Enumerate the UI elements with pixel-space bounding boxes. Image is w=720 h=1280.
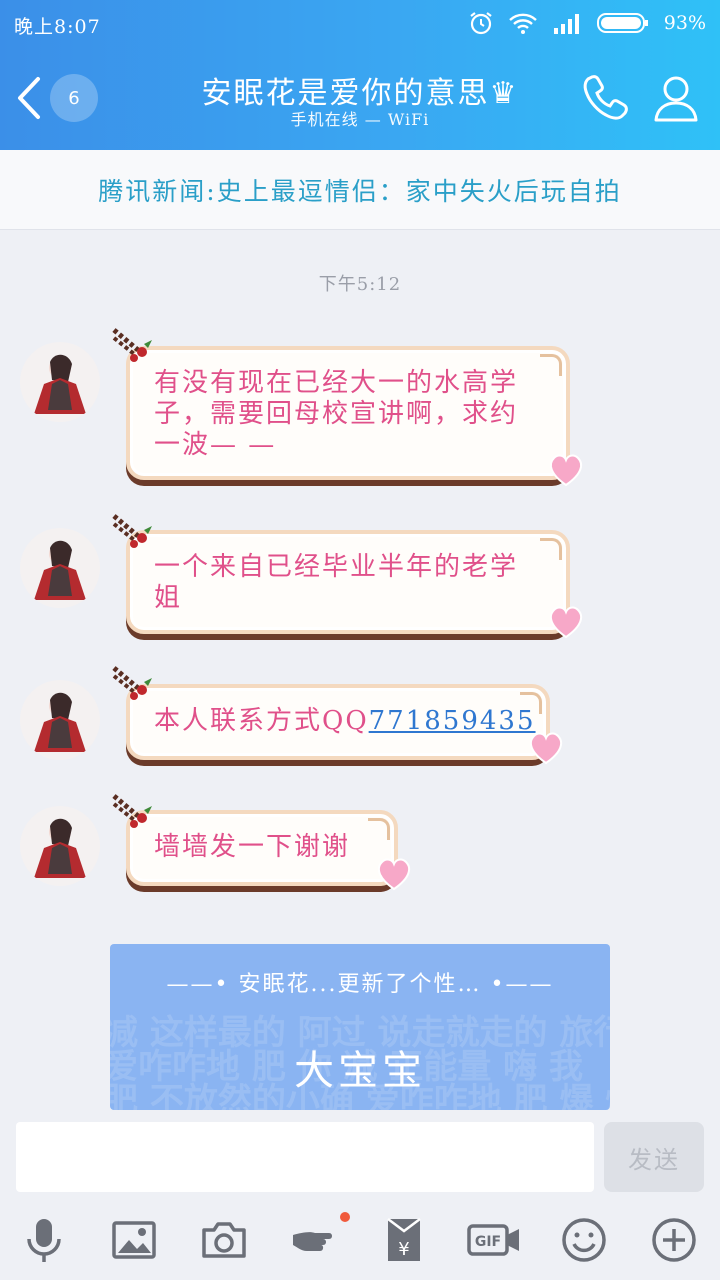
phone-icon [583, 75, 628, 120]
back-arrow-icon [18, 77, 40, 119]
card-signature: 大宝宝 [294, 1048, 426, 1094]
image-button[interactable] [104, 1208, 164, 1272]
voice-button[interactable] [14, 1208, 74, 1272]
red-packet-icon: ¥ [387, 1218, 421, 1261]
status-icons: 93% [468, 10, 706, 36]
battery-percent: 93% [663, 12, 706, 34]
avatar-figure-icon [34, 354, 86, 414]
top-bar: 晚上8:07 93% 6 安眠花是爱你的意思♛ 手机在线 — WiFi [0, 0, 720, 150]
camera-button[interactable] [194, 1208, 254, 1272]
candy-cane-icon [112, 794, 152, 828]
call-button[interactable] [578, 70, 634, 126]
message-bubble[interactable]: 本人联系方式QQ771859435 [126, 684, 550, 760]
user-icon [654, 76, 698, 122]
heart-icon [549, 606, 583, 639]
svg-text:¥: ¥ [398, 1239, 409, 1260]
avatar[interactable] [20, 342, 100, 422]
battery-icon [596, 13, 648, 33]
input-bar: 发送 ¥ GIF [0, 1112, 720, 1280]
avatar-figure-icon [34, 540, 86, 600]
poke-icon [293, 1232, 332, 1251]
notification-dot [340, 1212, 350, 1222]
message-text: 墙墙发一下谢谢 [154, 832, 351, 862]
news-banner[interactable]: 腾讯新闻:史上最逗情侣：家中失火后玩自拍 [0, 150, 720, 230]
message-text: 一个来自已经毕业半年的老学姐 [154, 552, 519, 613]
bubble-corner-ornament [540, 354, 562, 376]
message-bubble[interactable]: 一个来自已经毕业半年的老学姐 [126, 530, 570, 634]
toolbar: ¥ GIF [0, 1208, 720, 1280]
card-header: ——• 安眠花...更新了个性… •—— [166, 972, 554, 997]
status-time: 晚上8:07 [14, 16, 101, 38]
back-button[interactable]: 6 [10, 68, 110, 128]
profile-button[interactable] [648, 70, 704, 126]
message-input[interactable] [16, 1122, 594, 1192]
wifi-icon [508, 13, 537, 34]
qq-number-link[interactable]: 771859435 [369, 706, 536, 736]
message-text: 本人联系方式QQ [154, 706, 369, 736]
mic-icon [27, 1219, 61, 1262]
message-timestamp: 下午5:12 [318, 274, 402, 295]
chat-header: 6 安眠花是爱你的意思♛ 手机在线 — WiFi [0, 48, 720, 150]
candy-cane-icon [112, 328, 152, 362]
avatar[interactable] [20, 680, 100, 760]
candy-cane-icon [112, 666, 152, 700]
signature-update-card[interactable]: 减 这样最的 阿过 说走就走的 旅行 我需 要 哦我 爱咋咋地 肥 你 减 正能… [110, 944, 610, 1110]
red-packet-button[interactable]: ¥ [374, 1208, 434, 1272]
send-button[interactable]: 发送 [604, 1122, 704, 1192]
more-button[interactable] [644, 1208, 704, 1272]
heart-icon [377, 858, 411, 891]
plus-icon [652, 1218, 696, 1262]
bubble-corner-ornament [540, 538, 562, 560]
emoji-button[interactable] [554, 1208, 614, 1272]
signal-icon [553, 14, 579, 34]
message-text: 有没有现在已经大一的水高学子，需要回母校宣讲啊，求约一波— — [154, 368, 519, 460]
bubble-corner-ornament [368, 818, 390, 840]
camera-icon [202, 1222, 246, 1258]
bubble-corner-ornament [520, 692, 542, 714]
chat-screen: 晚上8:07 93% 6 安眠花是爱你的意思♛ 手机在线 — WiFi 腾讯新闻… [0, 0, 720, 1280]
avatar-figure-icon [34, 818, 86, 878]
gif-button[interactable]: GIF [464, 1208, 524, 1272]
alarm-icon [470, 12, 492, 35]
message-bubble[interactable]: 墙墙发一下谢谢 [126, 810, 398, 886]
avatar[interactable] [20, 806, 100, 886]
svg-text:GIF: GIF [475, 1234, 501, 1250]
heart-icon [549, 454, 583, 487]
message-bubble[interactable]: 有没有现在已经大一的水高学子，需要回母校宣讲啊，求约一波— — [126, 346, 570, 480]
gif-icon: GIF [467, 1224, 519, 1256]
unread-count-badge: 6 [50, 74, 98, 122]
status-bar: 晚上8:07 93% [0, 0, 720, 48]
avatar-figure-icon [34, 692, 86, 752]
poke-button[interactable] [284, 1208, 350, 1272]
candy-cane-icon [112, 514, 152, 548]
emoji-icon [562, 1218, 606, 1262]
avatar[interactable] [20, 528, 100, 608]
image-icon [112, 1221, 156, 1259]
online-status: 手机在线 — WiFi [290, 110, 430, 129]
heart-icon [529, 732, 563, 765]
